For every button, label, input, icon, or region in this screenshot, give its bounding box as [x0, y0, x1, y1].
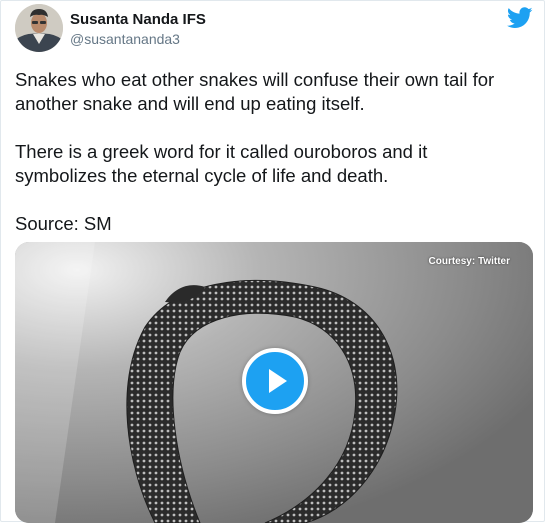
play-button[interactable] [242, 348, 308, 414]
avatar[interactable] [15, 4, 63, 52]
tweet-paragraph: There is a greek word for it called ouro… [15, 141, 428, 186]
tweet-paragraph: Source: SM [15, 213, 112, 234]
video-player[interactable]: Courtesy: Twitter [15, 242, 533, 523]
twitter-bird-icon[interactable] [506, 7, 533, 29]
play-icon [269, 369, 287, 393]
author-handle[interactable]: @susantananda3 [70, 31, 180, 47]
user-avatar [15, 4, 63, 52]
tweet-paragraph: Snakes who eat other snakes will confuse… [15, 69, 495, 114]
author-name[interactable]: Susanta Nanda IFS [70, 11, 206, 28]
tweet-card: Susanta Nanda IFS @susantananda3 Snakes … [0, 0, 545, 523]
courtesy-caption: Courtesy: Twitter [428, 256, 511, 267]
tweet-text: Snakes who eat other snakes will confuse… [15, 68, 515, 236]
